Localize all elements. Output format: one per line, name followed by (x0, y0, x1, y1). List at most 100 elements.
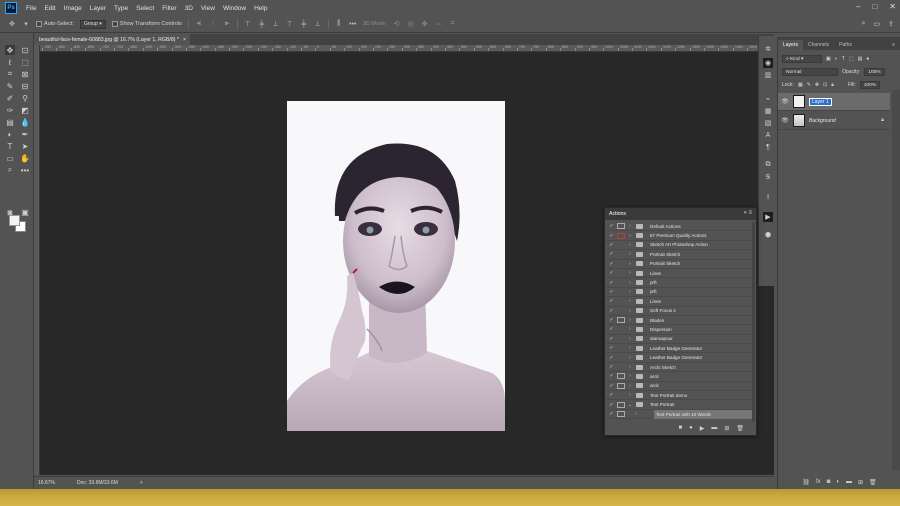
3d-pan-icon[interactable]: ✥ (421, 20, 429, 28)
fx-icon[interactable]: fx (816, 479, 821, 485)
history-brush-icon[interactable]: ✑ (5, 105, 15, 115)
menu-filter[interactable]: Filter (158, 5, 180, 12)
action-set-item[interactable]: ✓ › Blades (605, 316, 753, 326)
3d-scale-icon[interactable]: ⌗ (449, 20, 457, 28)
link-layers-icon[interactable]: ⛓ (802, 479, 810, 486)
marquee-tool-icon[interactable]: ⬚ (20, 57, 30, 67)
align-left-icon[interactable]: ⫷ (195, 20, 203, 28)
dialog-toggle-icon[interactable] (617, 364, 625, 370)
align-center-icon[interactable]: ⫶ (209, 20, 217, 28)
type-tool-icon[interactable]: T (5, 141, 15, 151)
action-set-item[interactable]: ✓ › arcit (605, 382, 753, 392)
gradient-tool-icon[interactable]: ▤ (5, 117, 15, 127)
play-icon[interactable]: ▶ (700, 425, 705, 432)
toggle-item-check-icon[interactable]: ✓ (608, 317, 615, 323)
action-set-item[interactable]: ✓ › Archi Sketch (605, 363, 753, 373)
screen-mode-icon[interactable]: ▣ (20, 207, 30, 217)
move-tool-preset-icon[interactable]: ✥ (8, 20, 16, 28)
eraser-tool-icon[interactable]: ◩ (20, 105, 30, 115)
more-options-icon[interactable]: ••• (349, 20, 357, 28)
dialog-toggle-icon[interactable] (617, 401, 625, 408)
menu-view[interactable]: View (197, 5, 219, 12)
action-set-item[interactable]: ✓ › Dispersion (605, 325, 753, 335)
search-icon[interactable]: ⌕ (862, 20, 866, 28)
action-set-item[interactable]: ✓ › prft (605, 288, 753, 298)
filter-adjust-icon[interactable]: ◐ (835, 56, 838, 62)
character-icon[interactable]: A (763, 130, 773, 140)
filter-shape-icon[interactable]: ⬚ (849, 56, 854, 62)
action-set-item[interactable]: ✓ ⌄ Text Portrait (605, 400, 753, 410)
3d-roll-icon[interactable]: ◎ (407, 20, 415, 28)
chevron-right-icon[interactable]: › (627, 373, 633, 379)
distribute-horizontal-icon[interactable]: ⫼ (335, 20, 343, 28)
tab-paths[interactable]: Paths (834, 40, 857, 50)
dialog-toggle-icon[interactable] (617, 392, 625, 398)
filter-kind-select[interactable]: ⌕ Kind ▾ (782, 55, 822, 63)
delete-icon[interactable]: 🗑︎ (736, 425, 744, 432)
chevron-right-icon[interactable]: › (627, 326, 633, 332)
menu-edit[interactable]: Edit (40, 5, 59, 12)
action-set-item[interactable]: ✓ › Leather Badge Generator (605, 344, 753, 354)
toggle-item-check-icon[interactable]: ✓ (608, 298, 615, 304)
dialog-toggle-icon[interactable] (617, 242, 625, 248)
chevron-right-icon[interactable]: › (627, 392, 633, 398)
menu-select[interactable]: Select (132, 5, 158, 12)
checkbox-box[interactable] (111, 21, 118, 27)
align-top-icon[interactable]: ⊤ (244, 20, 252, 28)
distribute-bottom-icon[interactable]: ⊥ (314, 20, 322, 28)
dialog-toggle-icon[interactable] (617, 261, 625, 267)
filter-pixel-icon[interactable]: ▣ (826, 56, 831, 62)
layer-row-background[interactable]: 👁︎ Background 🔒︎ (778, 112, 890, 130)
layer-name-input[interactable]: Layer 1 (809, 97, 832, 106)
action-set-item[interactable]: ✓ › prft (605, 278, 753, 288)
chevron-right-icon[interactable]: › (627, 270, 633, 276)
actions-play-icon[interactable]: ▶ (763, 212, 773, 222)
lock-move-icon[interactable]: ✥ (815, 82, 819, 88)
panel-menu-icon[interactable]: ≡ (887, 40, 900, 50)
action-item[interactable]: ✓ › Text Portrait with 10 Words (605, 409, 753, 420)
action-set-item[interactable]: ✓ › Portrait Sketch (605, 250, 753, 260)
stop-icon[interactable]: ■ (678, 425, 682, 431)
action-set-item[interactable]: ✓ › Lines (605, 269, 753, 279)
chevron-right-icon[interactable]: › (627, 355, 633, 361)
record-icon[interactable]: ● (689, 425, 693, 431)
toggle-item-check-icon[interactable]: ✓ (608, 242, 615, 248)
shape-tool-icon[interactable]: ▭ (5, 153, 15, 163)
dialog-toggle-icon[interactable] (617, 298, 625, 304)
chevron-right-icon[interactable]: › (627, 317, 633, 323)
ruler-tool-icon[interactable]: ⊟ (20, 81, 30, 91)
toggle-item-check-icon[interactable]: ✓ (608, 261, 615, 267)
hand-tool-icon[interactable]: ✋ (20, 153, 30, 163)
dialog-toggle-icon[interactable] (617, 223, 625, 230)
toggle-item-check-icon[interactable]: ✓ (608, 402, 615, 408)
action-set-item[interactable]: ✓ › arcit (605, 372, 753, 382)
toggle-item-check-icon[interactable]: ✓ (608, 251, 615, 257)
dialog-toggle-icon[interactable] (617, 345, 625, 351)
chevron-right-icon[interactable]: › (633, 411, 639, 417)
info-icon[interactable]: Ⅰ (763, 192, 773, 202)
eyedropper-tool-icon[interactable]: ✎ (5, 81, 15, 91)
visibility-eye-icon[interactable]: 👁︎ (780, 98, 790, 105)
dialog-toggle-icon[interactable] (617, 355, 625, 361)
dodge-tool-icon[interactable]: ◐ (5, 129, 15, 139)
move-tool-icon[interactable]: ✥ (5, 45, 15, 55)
dialog-toggle-icon[interactable] (617, 251, 625, 257)
dialog-toggle-icon[interactable] (617, 232, 625, 239)
dialog-toggle-icon[interactable] (617, 280, 625, 286)
share-icon[interactable]: ⇪ (888, 20, 894, 28)
action-set-item[interactable]: ✓ › Soft Focus 2 (605, 307, 753, 316)
lock-all-icon[interactable]: 🔒︎ (831, 82, 834, 88)
toggle-item-check-icon[interactable]: ✓ (608, 326, 615, 332)
brush-tool-icon[interactable]: ✐ (5, 93, 15, 103)
3d-icon[interactable]: ⬢ (763, 230, 773, 240)
chevron-right-icon[interactable]: › (627, 364, 633, 370)
blend-mode-select[interactable]: Normal (782, 68, 838, 76)
actions-scrollbar[interactable] (752, 222, 755, 422)
lock-pixels-icon[interactable]: ▦ (798, 82, 803, 88)
add-mask-icon[interactable]: ◙ (827, 479, 831, 485)
toggle-item-check-icon[interactable]: ✓ (608, 364, 615, 370)
close-tab-icon[interactable]: × (183, 37, 186, 43)
dialog-toggle-icon[interactable] (617, 373, 625, 380)
chevron-right-icon[interactable]: › (627, 308, 633, 314)
opacity-input[interactable]: 100% (864, 68, 885, 76)
